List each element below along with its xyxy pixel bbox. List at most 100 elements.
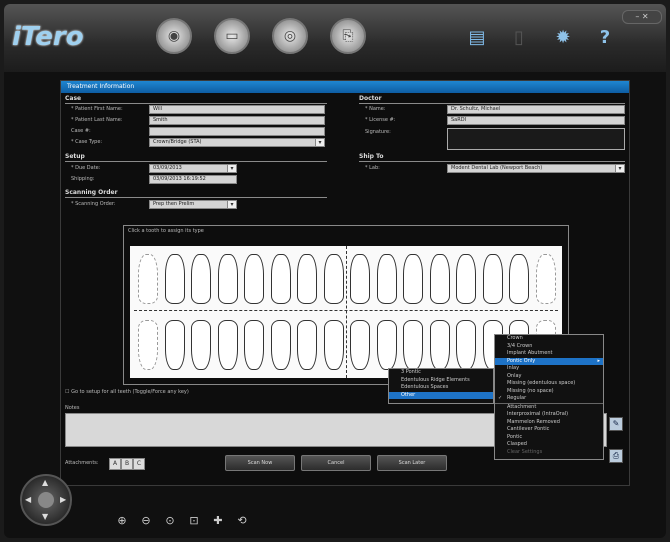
tooth[interactable] bbox=[138, 320, 158, 370]
tooth[interactable] bbox=[509, 254, 529, 304]
tooth[interactable] bbox=[403, 254, 423, 304]
license-field[interactable]: SaRDI bbox=[447, 116, 625, 125]
menu-item[interactable]: Other bbox=[389, 391, 493, 399]
tooth[interactable] bbox=[376, 254, 397, 304]
tooth[interactable] bbox=[429, 320, 450, 370]
tooth[interactable] bbox=[138, 254, 158, 304]
menu-item[interactable]: Onlay bbox=[495, 373, 603, 381]
doctor-name-field[interactable]: Dr. Schultz, Michael bbox=[447, 105, 625, 114]
tooth[interactable] bbox=[350, 320, 370, 370]
tooth[interactable] bbox=[217, 320, 238, 370]
tooth[interactable] bbox=[456, 320, 476, 370]
case-type-select[interactable]: Crown/Bridge (STA) bbox=[149, 138, 325, 147]
menu-item[interactable]: Missing (edentulous space) bbox=[495, 380, 603, 388]
export-icon[interactable]: ⎘ bbox=[330, 18, 366, 54]
tooth[interactable] bbox=[323, 320, 344, 370]
pan-icon[interactable]: ✚ bbox=[208, 512, 228, 530]
menu-item-label: Regular bbox=[507, 395, 527, 401]
pan-up-icon[interactable]: ▲ bbox=[42, 478, 48, 487]
tooth[interactable] bbox=[456, 254, 476, 304]
tooth[interactable] bbox=[482, 254, 503, 304]
attachment-button-b[interactable]: B bbox=[121, 458, 133, 470]
ship-to-heading: Ship To bbox=[359, 153, 384, 160]
lab-select[interactable]: Modent Dental Lab (Newport Beach) bbox=[447, 164, 625, 173]
zoom-fit-icon[interactable]: ⊙ bbox=[160, 512, 180, 530]
info-icon[interactable]: ◉ bbox=[156, 18, 192, 54]
tooth[interactable] bbox=[403, 320, 423, 370]
navigation-joystick[interactable]: ▲ ▼ ◀ ▶ bbox=[20, 474, 72, 526]
tooth-chart-title: Click a tooth to assign its type bbox=[128, 228, 204, 234]
menu-item[interactable]: Inlay bbox=[495, 365, 603, 373]
menu-item-label: Clasped bbox=[507, 441, 527, 447]
help-icon[interactable]: ? bbox=[594, 26, 616, 48]
menu-item[interactable]: Clasped bbox=[495, 441, 603, 449]
trash-icon[interactable]: ▯ bbox=[508, 26, 530, 48]
tooth[interactable] bbox=[350, 254, 370, 304]
joystick-center[interactable] bbox=[38, 492, 54, 508]
window-controls[interactable]: – ✕ bbox=[622, 10, 662, 24]
tooth[interactable] bbox=[191, 320, 211, 370]
menu-item[interactable]: Pontic Only ▸ bbox=[495, 357, 603, 365]
pan-left-icon[interactable]: ◀ bbox=[25, 495, 31, 504]
eye-icon[interactable]: ◎ bbox=[272, 18, 308, 54]
menu-item[interactable]: Pontic bbox=[495, 434, 603, 442]
lab-label: * Lab: bbox=[365, 165, 380, 171]
tooth[interactable] bbox=[244, 320, 264, 370]
menu-item[interactable]: Edentulous Spaces bbox=[389, 384, 493, 392]
menu-item[interactable]: Edentulous Ridge Elements bbox=[389, 377, 493, 385]
tooth[interactable] bbox=[323, 254, 344, 304]
attachment-button-c[interactable]: C bbox=[133, 458, 145, 470]
cancel-button[interactable]: Cancel bbox=[301, 455, 371, 471]
attachment-icon[interactable]: ⎙ bbox=[609, 449, 623, 463]
tooth[interactable] bbox=[217, 254, 238, 304]
pan-right-icon[interactable]: ▶ bbox=[60, 495, 66, 504]
case-number-field[interactable] bbox=[149, 127, 325, 136]
tooth[interactable] bbox=[191, 254, 211, 304]
menu-item[interactable]: 3 Pontic bbox=[389, 369, 493, 377]
scan-later-button[interactable]: Scan Later bbox=[377, 455, 447, 471]
signature-box[interactable] bbox=[447, 128, 625, 150]
menu-item[interactable]: Implant Abutment bbox=[495, 350, 603, 358]
menu-item[interactable]: Interproximal (IntraOral) bbox=[495, 411, 603, 419]
tooth[interactable] bbox=[297, 254, 317, 304]
submenu-arrow-icon: ▸ bbox=[597, 357, 600, 364]
setup-all-teeth-checkbox[interactable]: ☐ Go to setup for all teeth (Toggle/Forc… bbox=[65, 389, 189, 395]
patient-last-field[interactable]: Smith bbox=[149, 116, 325, 125]
tooth[interactable] bbox=[164, 320, 185, 370]
patient-first-field[interactable]: Will bbox=[149, 105, 325, 114]
menu-item[interactable]: 3/4 Crown bbox=[495, 343, 603, 351]
tooth[interactable] bbox=[164, 254, 185, 304]
tooth[interactable] bbox=[376, 320, 397, 370]
menu-item[interactable]: Mammelon Removed bbox=[495, 419, 603, 427]
menu-item[interactable]: Attachment bbox=[495, 402, 603, 412]
zoom-out-icon[interactable]: ⊖ bbox=[136, 512, 156, 530]
zoom-window-icon[interactable]: ⊡ bbox=[184, 512, 204, 530]
tooth[interactable] bbox=[535, 254, 556, 304]
menu-item[interactable]: ✓ Regular bbox=[495, 395, 603, 403]
menu-item[interactable]: Cantilever Pontic bbox=[495, 426, 603, 434]
rotate-icon[interactable]: ⟲ bbox=[232, 512, 252, 530]
scan-now-button[interactable]: Scan Now bbox=[225, 455, 295, 471]
menu-item[interactable]: Missing (no space) bbox=[495, 388, 603, 396]
document-icon[interactable]: ▤ bbox=[466, 26, 488, 48]
due-date-picker[interactable]: 03/09/2013 bbox=[149, 164, 237, 173]
doctor-name-label: * Name: bbox=[365, 106, 386, 112]
tooth[interactable] bbox=[297, 320, 317, 370]
pan-down-icon[interactable]: ▼ bbox=[42, 512, 48, 521]
menu-item[interactable]: Clear Settings bbox=[495, 449, 603, 457]
zoom-in-icon[interactable]: ⊕ bbox=[112, 512, 132, 530]
tooth[interactable] bbox=[270, 254, 291, 304]
tooth[interactable] bbox=[244, 254, 264, 304]
menu-item-label: Mammelon Removed bbox=[507, 418, 560, 425]
scanner-icon[interactable]: ▭ bbox=[214, 18, 250, 54]
tooth[interactable] bbox=[429, 254, 450, 304]
notes-icon[interactable]: ✎ bbox=[609, 417, 623, 431]
attachment-button-a[interactable]: A bbox=[109, 458, 121, 470]
scanning-order-select[interactable]: Prep then Prelim bbox=[149, 200, 237, 209]
dialog-title: Treatment Information bbox=[61, 81, 629, 93]
tooth[interactable] bbox=[270, 320, 291, 370]
gear-icon[interactable]: ✹ bbox=[552, 26, 574, 48]
menu-item-label: Crown bbox=[507, 335, 523, 341]
menu-item-label: Implant Abutment bbox=[507, 350, 553, 356]
menu-item[interactable]: Crown bbox=[495, 335, 603, 343]
